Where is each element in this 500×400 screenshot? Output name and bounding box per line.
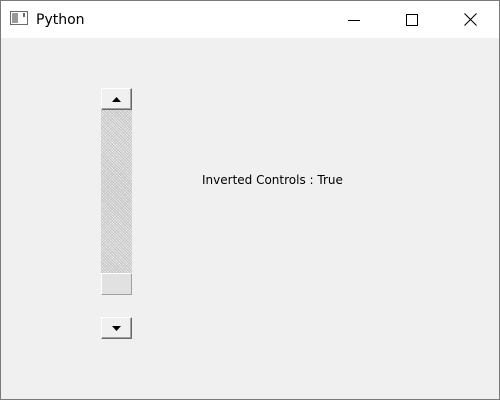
title-bar[interactable]: Python (1, 1, 499, 38)
app-window: Python Inverted Controls: True (0, 0, 500, 400)
arrow-down-icon (112, 325, 121, 331)
maximize-button[interactable] (383, 1, 441, 38)
close-button[interactable] (441, 1, 499, 38)
app-window-icon (10, 11, 28, 25)
close-icon (463, 13, 477, 26)
vertical-scrollbar[interactable] (101, 88, 132, 339)
maximize-icon (406, 13, 418, 26)
minimize-icon (348, 19, 360, 21)
client-area: Inverted Controls : True (1, 38, 499, 399)
scroll-down-button[interactable] (101, 317, 132, 339)
scroll-up-button[interactable] (101, 88, 132, 110)
inverted-controls-label: Inverted Controls : True (202, 173, 343, 187)
arrow-up-icon (112, 96, 121, 102)
minimize-button[interactable] (325, 1, 383, 38)
scrollbar-track[interactable] (101, 110, 132, 295)
scrollbar-thumb[interactable] (101, 273, 132, 295)
window-title: Python (36, 12, 85, 28)
